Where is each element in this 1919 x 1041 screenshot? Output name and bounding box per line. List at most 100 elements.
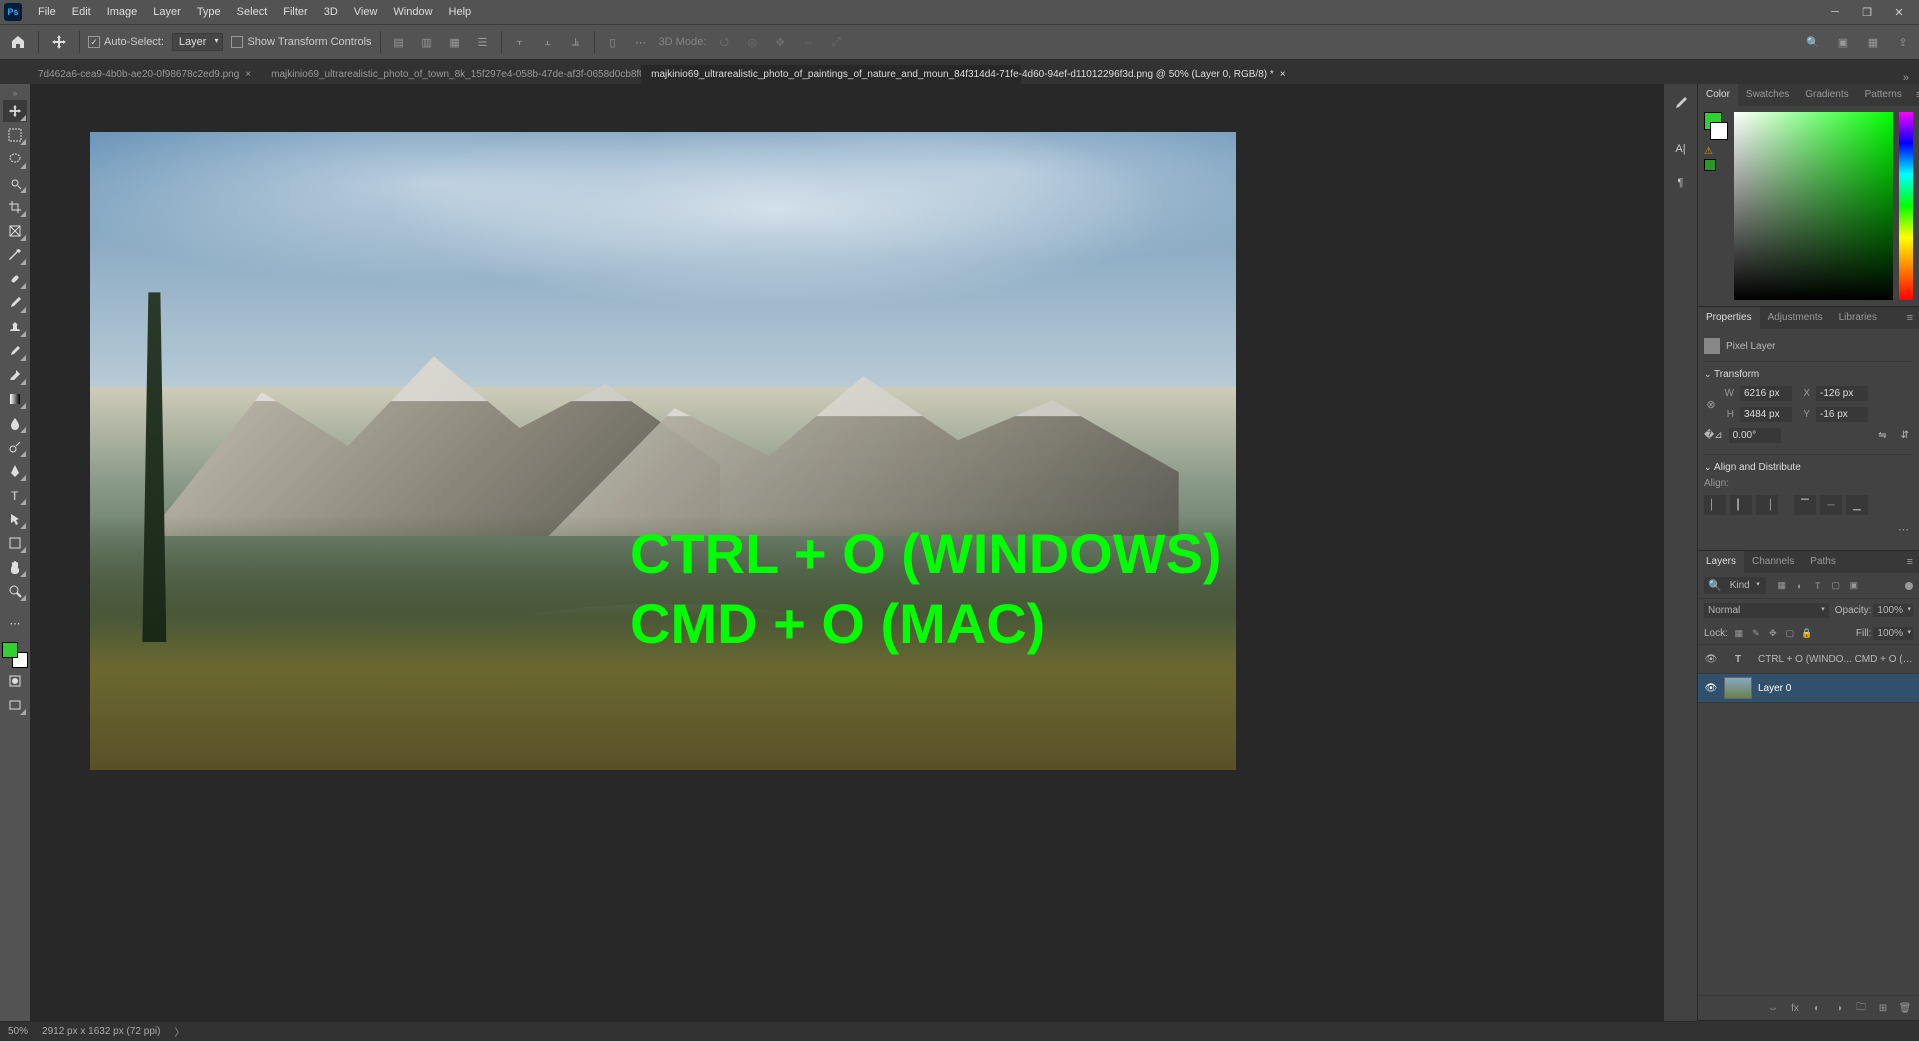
- filter-kind-dropdown[interactable]: Kind: [1726, 579, 1762, 592]
- filter-toggle[interactable]: [1905, 582, 1913, 590]
- close-tab-icon[interactable]: ×: [1280, 69, 1286, 80]
- filter-type-icon[interactable]: T: [1810, 579, 1826, 593]
- width-input[interactable]: [1740, 386, 1792, 401]
- lock-position-icon[interactable]: ✥: [1766, 626, 1780, 640]
- align-heading[interactable]: Align and Distribute: [1704, 459, 1913, 476]
- color-field[interactable]: [1734, 112, 1893, 300]
- marquee-tool[interactable]: [3, 124, 27, 146]
- visibility-icon[interactable]: 👁: [1704, 681, 1718, 695]
- align-hcenter-button[interactable]: ▎: [1730, 495, 1752, 515]
- crop-tool[interactable]: [3, 196, 27, 218]
- panel-menu-icon[interactable]: ≡: [1901, 312, 1919, 324]
- eraser-tool[interactable]: [3, 364, 27, 386]
- tab-adjustments[interactable]: Adjustments: [1760, 307, 1831, 329]
- shape-tool[interactable]: [3, 532, 27, 554]
- menu-3d[interactable]: 3D: [316, 0, 346, 24]
- link-layers-icon[interactable]: ⇔: [1765, 1000, 1781, 1016]
- tab-color[interactable]: Color: [1698, 84, 1738, 106]
- lock-all-icon[interactable]: 🔒: [1800, 626, 1814, 640]
- visibility-icon[interactable]: 👁: [1704, 652, 1718, 666]
- clone-stamp-tool[interactable]: [3, 316, 27, 338]
- align-left-button[interactable]: ▏: [1704, 495, 1726, 515]
- new-layer-icon[interactable]: ⊞: [1875, 1000, 1891, 1016]
- flip-h-icon[interactable]: ⇋: [1874, 430, 1890, 441]
- tab-patterns[interactable]: Patterns: [1857, 84, 1910, 106]
- doc-tab-2[interactable]: majkinio69_ultrarealistic_photo_of_town_…: [261, 65, 641, 84]
- menu-view[interactable]: View: [346, 0, 386, 24]
- color-swatches[interactable]: [2, 642, 28, 668]
- quick-mask-icon[interactable]: [3, 670, 27, 692]
- more-align-icon[interactable]: ⋯: [631, 32, 651, 52]
- gamut-color[interactable]: [1704, 159, 1716, 171]
- height-input[interactable]: [1740, 407, 1792, 422]
- x-input[interactable]: [1816, 386, 1868, 401]
- show-transform-checkbox[interactable]: Show Transform Controls: [231, 36, 371, 48]
- bg-swatch[interactable]: [1710, 122, 1728, 140]
- close-tab-icon[interactable]: ×: [245, 69, 251, 80]
- foreground-color[interactable]: [2, 642, 18, 658]
- lock-pixels-icon[interactable]: ✎: [1749, 626, 1763, 640]
- doc-tab-1[interactable]: 7d462a6-cea9-4b0b-ae20-0f98678c2ed9.png …: [28, 65, 261, 84]
- screen-mode-icon[interactable]: [3, 694, 27, 716]
- layer-fx-icon[interactable]: fx: [1787, 1000, 1803, 1016]
- brush-tool[interactable]: [3, 292, 27, 314]
- lock-transparency-icon[interactable]: ▦: [1732, 626, 1746, 640]
- tab-paths[interactable]: Paths: [1802, 551, 1844, 573]
- zoom-level[interactable]: 50%: [8, 1026, 28, 1037]
- tab-channels[interactable]: Channels: [1744, 551, 1802, 573]
- canvas-area[interactable]: CTRL + O (WINDOWS) CMD + O (MAC): [30, 84, 1663, 1021]
- frame-tool[interactable]: [3, 220, 27, 242]
- panel-menu-icon[interactable]: ≡: [1910, 89, 1919, 101]
- layer-name[interactable]: Layer 0: [1758, 683, 1913, 694]
- filter-shape-icon[interactable]: ▢: [1828, 579, 1844, 593]
- distribute-icon[interactable]: ☰: [473, 32, 493, 52]
- history-brush-tool[interactable]: [3, 340, 27, 362]
- dodge-tool[interactable]: [3, 436, 27, 458]
- hue-slider[interactable]: [1899, 112, 1913, 300]
- menu-select[interactable]: Select: [229, 0, 276, 24]
- doc-tab-3[interactable]: majkinio69_ultrarealistic_photo_of_paint…: [641, 65, 1021, 84]
- hand-tool[interactable]: [3, 556, 27, 578]
- maximize-button[interactable]: ❐: [1851, 0, 1883, 24]
- flip-v-icon[interactable]: ⇵: [1897, 430, 1913, 441]
- eyedropper-tool[interactable]: [3, 244, 27, 266]
- layer-mask-icon[interactable]: ◐: [1809, 1000, 1825, 1016]
- close-button[interactable]: ✕: [1883, 0, 1915, 24]
- menu-file[interactable]: File: [30, 0, 64, 24]
- blend-mode-dropdown[interactable]: Normal: [1704, 603, 1829, 618]
- menu-layer[interactable]: Layer: [145, 0, 189, 24]
- menu-help[interactable]: Help: [441, 0, 480, 24]
- workspace-icon[interactable]: ▦: [1863, 32, 1883, 52]
- pen-tool[interactable]: [3, 460, 27, 482]
- align-left-icon[interactable]: ▤: [389, 32, 409, 52]
- menu-filter[interactable]: Filter: [275, 0, 315, 24]
- filter-adjust-icon[interactable]: ◐: [1792, 579, 1808, 593]
- status-arrow-icon[interactable]: 〉: [174, 1024, 184, 1039]
- gamut-warning-icon[interactable]: ⚠: [1704, 146, 1728, 157]
- quick-select-tool[interactable]: [3, 172, 27, 194]
- delete-layer-icon[interactable]: 🗑: [1897, 1000, 1913, 1016]
- lock-artboard-icon[interactable]: ▢: [1783, 626, 1797, 640]
- brushes-panel-icon[interactable]: [1670, 92, 1692, 114]
- align-center-icon[interactable]: ▥: [417, 32, 437, 52]
- fill-value[interactable]: 100%: [1873, 627, 1913, 640]
- document-dimensions[interactable]: 2912 px x 1632 px (72 ppi): [42, 1026, 160, 1037]
- tab-swatches[interactable]: Swatches: [1738, 84, 1797, 106]
- angle-input[interactable]: [1729, 428, 1781, 443]
- healing-tool[interactable]: [3, 268, 27, 290]
- menu-edit[interactable]: Edit: [64, 0, 99, 24]
- link-wh-icon[interactable]: ⊗: [1704, 383, 1718, 425]
- layer-row-image[interactable]: 👁 Layer 0: [1698, 674, 1919, 703]
- panel-menu-icon[interactable]: ≡: [1901, 556, 1919, 568]
- document-canvas[interactable]: CTRL + O (WINDOWS) CMD + O (MAC): [90, 132, 1236, 770]
- layer-group-icon[interactable]: 🗀: [1853, 1000, 1869, 1016]
- expand-tabs-icon[interactable]: »: [1893, 72, 1919, 84]
- tab-gradients[interactable]: Gradients: [1797, 84, 1856, 106]
- distribute-v-icon[interactable]: ▯: [603, 32, 623, 52]
- path-select-tool[interactable]: [3, 508, 27, 530]
- adjustment-layer-icon[interactable]: ◑: [1831, 1000, 1847, 1016]
- zoom-tool[interactable]: [3, 580, 27, 602]
- home-icon[interactable]: [6, 30, 30, 54]
- menu-type[interactable]: Type: [189, 0, 229, 24]
- transform-heading[interactable]: Transform: [1704, 366, 1913, 383]
